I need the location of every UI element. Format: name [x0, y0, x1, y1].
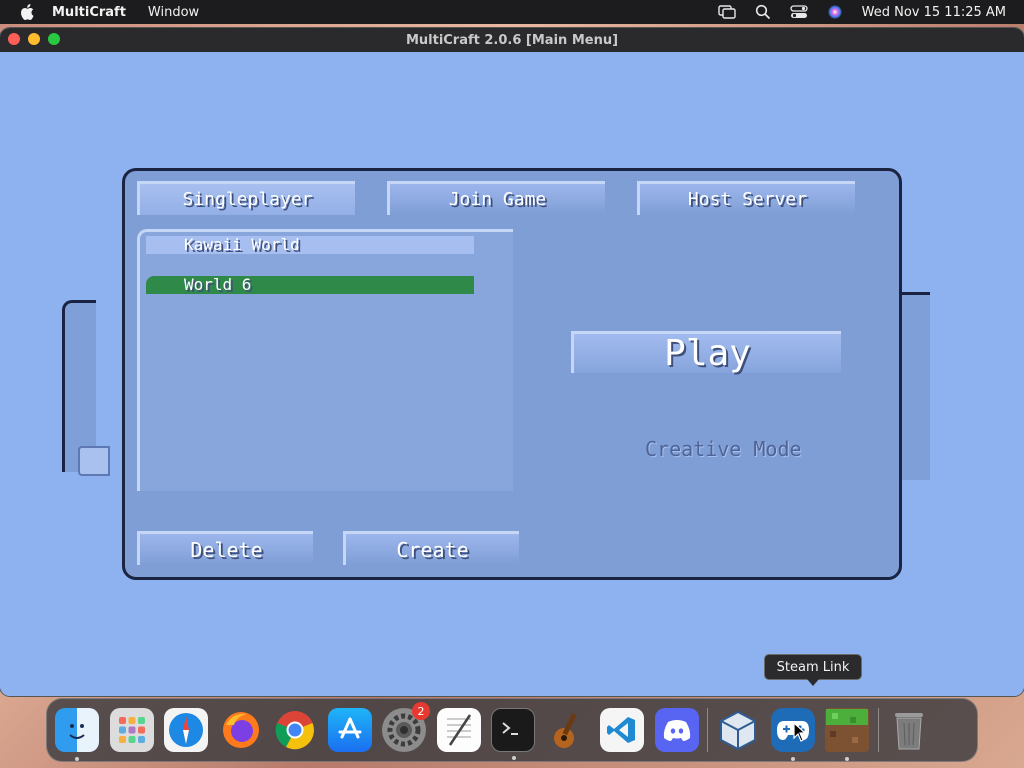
window-title: MultiCraft 2.0.6 [Main Menu]: [405, 32, 619, 48]
dock-tooltip: Steam Link: [764, 654, 862, 686]
spotlight-search-icon[interactable]: [754, 4, 772, 20]
tab-host-server[interactable]: Host Server: [637, 181, 855, 215]
virtualbox-icon[interactable]: [716, 708, 760, 752]
dock-separator: [877, 708, 879, 752]
dock: 2: [46, 698, 978, 762]
running-indicator: [845, 757, 849, 761]
dock-separator: [707, 708, 708, 752]
running-indicator: [790, 757, 795, 761]
clock[interactable]: Wed Nov 15 11:25 AM: [862, 5, 1006, 20]
garageband-icon[interactable]: [546, 708, 590, 752]
play-button[interactable]: Play: [571, 331, 841, 374]
system-settings-icon[interactable]: 2: [382, 702, 430, 752]
control-center-icon[interactable]: [789, 4, 808, 20]
apple-menu-icon[interactable]: [20, 4, 34, 20]
trash-icon[interactable]: [887, 708, 931, 752]
discord-icon[interactable]: [654, 708, 699, 752]
screen-mirroring-icon[interactable]: [717, 4, 736, 20]
delete-world-button[interactable]: Delete: [137, 531, 313, 565]
multicraft-icon[interactable]: [825, 708, 869, 761]
notification-badge: 2: [412, 702, 430, 720]
menu-window[interactable]: Window: [148, 5, 199, 20]
menu-bar: MultiCraft Window Wed Nov 15 11:25 AM: [0, 0, 1024, 24]
chrome-icon[interactable]: [273, 708, 317, 752]
create-world-button[interactable]: Create: [343, 531, 519, 565]
minimize-window-button[interactable]: [28, 33, 40, 45]
firefox-icon[interactable]: [219, 708, 263, 752]
side-panel-left-tab: [78, 446, 110, 476]
vscode-icon[interactable]: [600, 708, 644, 752]
game-mode-label: Creative Mode: [645, 437, 802, 461]
zoom-window-button[interactable]: [48, 33, 60, 45]
title-bar[interactable]: MultiCraft 2.0.6 [Main Menu]: [0, 28, 1024, 52]
mouse-cursor-icon: [793, 722, 807, 742]
running-indicator: [75, 757, 79, 761]
finder-icon[interactable]: [55, 708, 99, 761]
window-controls: [8, 33, 60, 45]
app-window: MultiCraft 2.0.6 [Main Menu] Singleplaye…: [0, 28, 1024, 696]
list-item-world[interactable]: Kawaii World: [146, 236, 474, 254]
list-item-world-selected[interactable]: World 6: [146, 276, 474, 294]
safari-icon[interactable]: [164, 708, 208, 752]
world-list[interactable]: Kawaii World World 6: [137, 229, 513, 491]
game-canvas: Singleplayer Join Game Host Server Kawai…: [0, 52, 1024, 696]
main-menu-dialog: Singleplayer Join Game Host Server Kawai…: [122, 168, 902, 580]
textedit-icon[interactable]: [436, 708, 481, 752]
running-indicator: [512, 756, 516, 760]
tab-join-game[interactable]: Join Game: [387, 181, 605, 215]
close-window-button[interactable]: [8, 33, 20, 45]
app-menu-name[interactable]: MultiCraft: [52, 5, 126, 20]
siri-icon[interactable]: [826, 4, 844, 20]
app-store-icon[interactable]: [327, 708, 372, 752]
launchpad-icon[interactable]: [109, 708, 154, 752]
terminal-icon[interactable]: [491, 708, 535, 760]
tab-singleplayer[interactable]: Singleplayer: [137, 181, 355, 215]
